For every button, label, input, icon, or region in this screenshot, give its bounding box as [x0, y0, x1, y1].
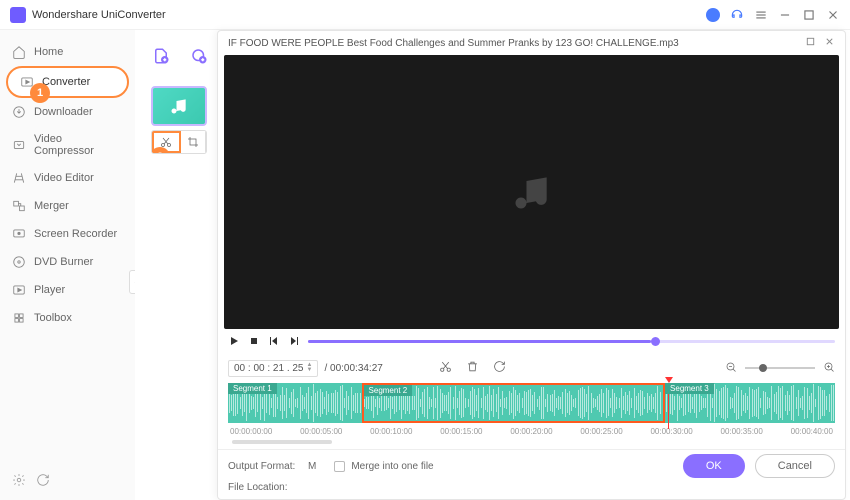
- sidebar-item-downloader[interactable]: Downloader: [0, 98, 135, 126]
- crop-button[interactable]: [181, 131, 207, 153]
- cut-button[interactable]: [439, 360, 452, 376]
- editor-maximize-icon[interactable]: [805, 36, 816, 50]
- time-stepper[interactable]: ▲▼: [307, 363, 313, 373]
- merge-label: Merge into one file: [351, 461, 433, 472]
- trim-editor-panel: IF FOOD WERE PEOPLE Best Food Challenges…: [217, 30, 846, 500]
- file-card: 2: [151, 86, 207, 154]
- player-icon: [12, 283, 26, 297]
- sidebar-item-toolbox[interactable]: Toolbox: [0, 304, 135, 332]
- titlebar: Wondershare UniConverter: [0, 0, 850, 30]
- home-icon: [12, 45, 26, 59]
- sidebar-item-recorder[interactable]: Screen Recorder: [0, 220, 135, 248]
- total-time: / 00:00:34:27: [324, 363, 382, 374]
- sidebar-item-player[interactable]: Player: [0, 276, 135, 304]
- recorder-icon: [12, 227, 26, 241]
- compressor-icon: [12, 138, 26, 152]
- minimize-icon[interactable]: [778, 8, 792, 22]
- music-note-icon: [510, 170, 554, 214]
- stop-button[interactable]: [248, 335, 260, 347]
- close-icon[interactable]: [826, 8, 840, 22]
- cancel-button[interactable]: Cancel: [755, 454, 835, 478]
- sidebar-label: Screen Recorder: [34, 228, 117, 240]
- ok-button[interactable]: OK: [683, 454, 745, 478]
- waveform-area[interactable]: Segment 1 Segment 2 Segment 3 00:00:00:0…: [218, 383, 845, 449]
- merger-icon: [12, 199, 26, 213]
- play-button[interactable]: [228, 335, 240, 347]
- segment-1[interactable]: Segment 1: [228, 383, 362, 423]
- sidebar-label: Merger: [34, 200, 69, 212]
- sidebar-label: Converter: [42, 76, 90, 88]
- download-icon: [12, 105, 26, 119]
- sidebar-label: Video Compressor: [34, 133, 123, 157]
- settings-icon[interactable]: [12, 473, 26, 492]
- toolbox-icon: [12, 311, 26, 325]
- preview-area: [224, 55, 839, 329]
- sidebar-label: Player: [34, 284, 65, 296]
- app-logo-icon: [10, 7, 26, 23]
- sidebar: Home Converter Downloader Video Compress…: [0, 30, 135, 500]
- dvd-icon: [12, 255, 26, 269]
- reset-button[interactable]: [493, 360, 506, 376]
- sidebar-item-home[interactable]: Home: [0, 38, 135, 66]
- user-avatar-icon[interactable]: [706, 8, 720, 22]
- headset-icon[interactable]: [730, 8, 744, 22]
- sidebar-label: Toolbox: [34, 312, 72, 324]
- editor-close-icon[interactable]: [824, 36, 835, 50]
- merge-checkbox[interactable]: [334, 461, 345, 472]
- step-badge-1: 1: [30, 83, 50, 103]
- time-ticks: 00:00:00:0000:00:05:0000:00:10:0000:00:1…: [228, 427, 835, 436]
- menu-icon[interactable]: [754, 8, 768, 22]
- segment-2[interactable]: Segment 2: [362, 383, 666, 423]
- sidebar-label: DVD Burner: [34, 256, 93, 268]
- editor-icon: [12, 171, 26, 185]
- add-folder-button[interactable]: [189, 46, 209, 66]
- editor-filename: IF FOOD WERE PEOPLE Best Food Challenges…: [228, 38, 805, 49]
- maximize-icon[interactable]: [802, 8, 816, 22]
- sidebar-label: Downloader: [34, 106, 93, 118]
- file-thumbnail[interactable]: [151, 86, 207, 126]
- file-location-label: File Location:: [228, 482, 300, 493]
- sidebar-item-compressor[interactable]: Video Compressor: [0, 126, 135, 164]
- sidebar-label: Home: [34, 46, 63, 58]
- output-format-label: Output Format:: [228, 461, 300, 472]
- prev-frame-button[interactable]: [268, 335, 280, 347]
- zoom-out-button[interactable]: [725, 361, 737, 376]
- timeline-scrollbar[interactable]: [232, 440, 332, 444]
- output-format-value[interactable]: M: [308, 461, 316, 472]
- sidebar-item-dvd[interactable]: DVD Burner: [0, 248, 135, 276]
- delete-button[interactable]: [466, 360, 479, 376]
- playback-slider[interactable]: [308, 340, 835, 343]
- sync-icon[interactable]: [36, 473, 50, 492]
- sidebar-label: Video Editor: [34, 172, 94, 184]
- segment-3[interactable]: Segment 3: [665, 383, 835, 423]
- sidebar-item-merger[interactable]: Merger: [0, 192, 135, 220]
- current-time-input[interactable]: 00 : 00 : 21 . 25 ▲▼: [228, 360, 318, 377]
- sidebar-item-converter[interactable]: Converter: [6, 66, 129, 98]
- app-title: Wondershare UniConverter: [32, 9, 706, 21]
- content-area: 2 IF FOOD WERE PEOPLE Best Food Challeng…: [135, 30, 850, 500]
- sidebar-item-editor[interactable]: Video Editor: [0, 164, 135, 192]
- next-frame-button[interactable]: [288, 335, 300, 347]
- add-file-button[interactable]: [151, 46, 171, 66]
- zoom-in-button[interactable]: [823, 361, 835, 376]
- zoom-slider[interactable]: [745, 367, 815, 369]
